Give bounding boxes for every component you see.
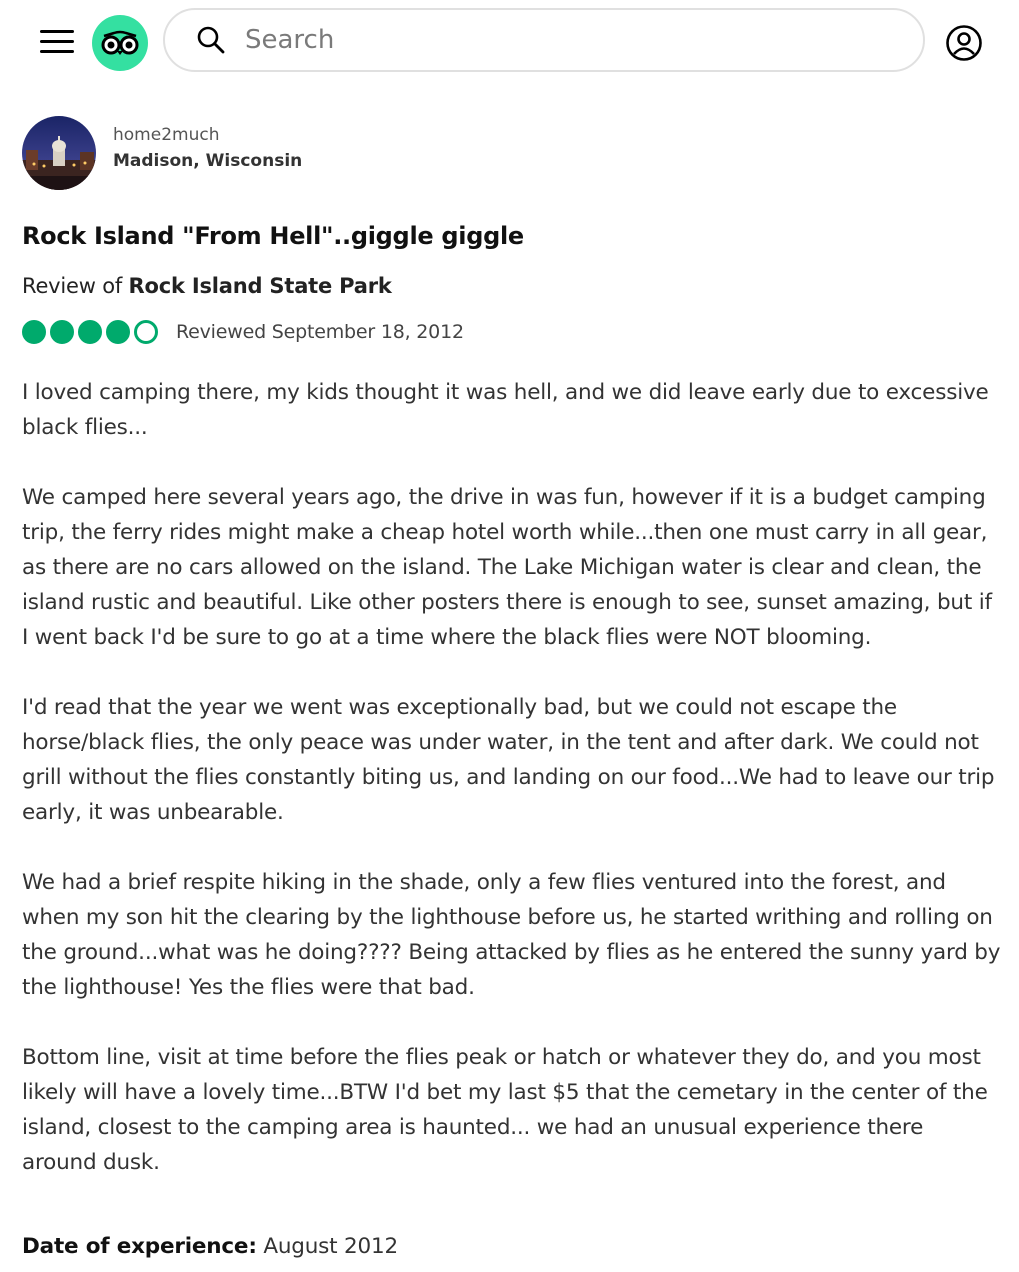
date-of-experience-value: August 2012 bbox=[256, 1234, 398, 1259]
reviewer-location: Madison, Wisconsin bbox=[113, 151, 303, 171]
review-paragraph: We camped here several years ago, the dr… bbox=[22, 485, 992, 650]
search-icon[interactable] bbox=[195, 24, 227, 56]
top-navigation-bar bbox=[0, 0, 1019, 86]
rating-bubble-filled bbox=[50, 320, 74, 344]
rating-row: Reviewed September 18, 2012 bbox=[22, 320, 464, 344]
rating-bubble-empty bbox=[134, 320, 158, 344]
tripadvisor-logo[interactable] bbox=[92, 15, 148, 71]
rating-bubble-filled bbox=[78, 320, 102, 344]
rating-bubble-filled bbox=[22, 320, 46, 344]
review-paragraph: Bottom line, visit at time before the fl… bbox=[22, 1045, 988, 1175]
review-paragraph: I'd read that the year we went was excep… bbox=[22, 695, 995, 825]
review-body: I loved camping there, my kids thought i… bbox=[22, 375, 1002, 1215]
rating-bubbles bbox=[22, 320, 158, 344]
review-title: Rock Island "From Hell"..giggle giggle bbox=[22, 222, 524, 250]
review-of-line: Review of Rock Island State Park bbox=[22, 274, 392, 298]
date-of-experience: Date of experience: August 2012 bbox=[22, 1234, 398, 1259]
review-of-prefix: Review of bbox=[22, 274, 129, 298]
search-bar[interactable] bbox=[163, 8, 925, 72]
owl-logo-icon bbox=[101, 30, 139, 55]
rating-bubble-filled bbox=[106, 320, 130, 344]
hamburger-menu-icon[interactable] bbox=[40, 30, 74, 54]
user-account-icon[interactable] bbox=[945, 24, 983, 62]
review-paragraph: I loved camping there, my kids thought i… bbox=[22, 380, 989, 440]
review-paragraph: We had a brief respite hiking in the sha… bbox=[22, 870, 1001, 1000]
date-of-experience-label: Date of experience: bbox=[22, 1234, 257, 1259]
avatar[interactable] bbox=[22, 116, 96, 190]
reviewed-date: Reviewed September 18, 2012 bbox=[176, 321, 464, 343]
reviewer-username[interactable]: home2much bbox=[113, 123, 302, 147]
search-input[interactable] bbox=[243, 24, 867, 56]
reviewer-header: home2much Madison, Wisconsin bbox=[22, 116, 302, 190]
place-name-link[interactable]: Rock Island State Park bbox=[129, 274, 392, 298]
